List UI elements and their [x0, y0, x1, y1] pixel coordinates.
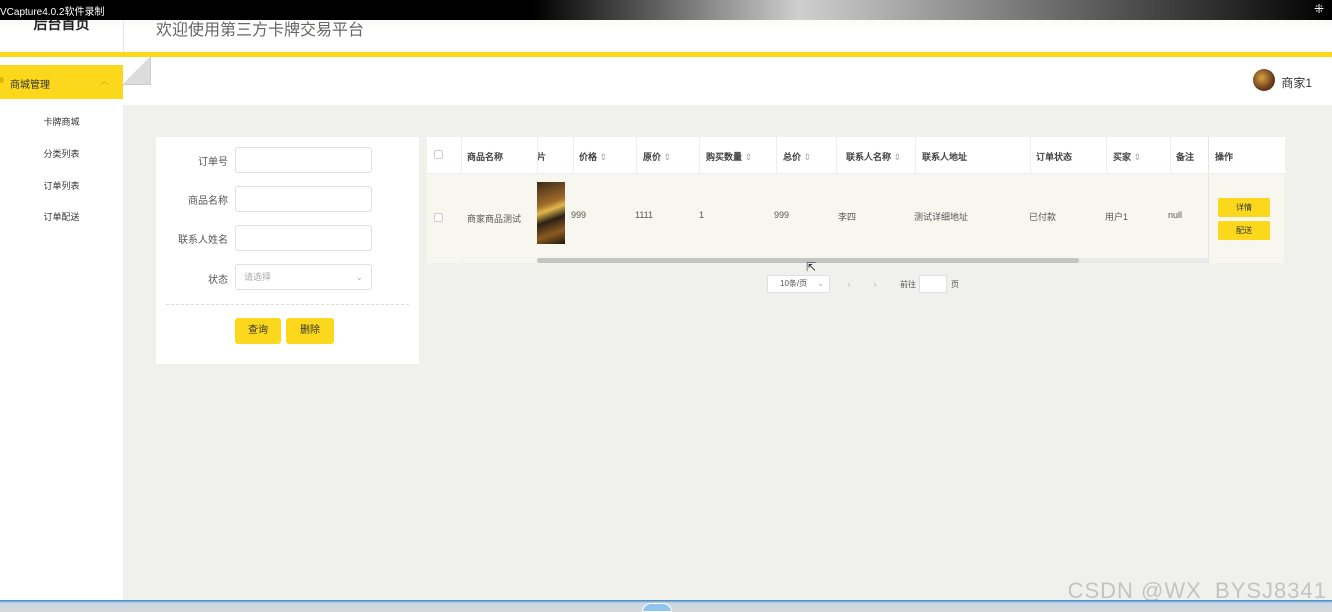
status-select-placeholder: 请选择: [244, 272, 272, 282]
column-header-price[interactable]: 价格 ⇕: [579, 150, 607, 163]
page-unit-label: 页: [951, 280, 959, 289]
order-number-input[interactable]: [235, 147, 372, 173]
contact-name-label: 联系人姓名: [178, 235, 228, 246]
column-header-image: 片: [537, 152, 547, 162]
sidebar-item-order-delivery[interactable]: 订单配送: [0, 210, 123, 223]
delete-button[interactable]: 删除: [286, 318, 334, 344]
goto-label: 前往: [900, 280, 916, 289]
recorder-title: VCapture4.0.2软件录制: [0, 7, 105, 18]
avatar[interactable]: [1253, 69, 1275, 91]
sort-icon: ⇕: [803, 152, 812, 162]
sidebar-item-card-mall[interactable]: 卡牌商城: [0, 115, 123, 128]
product-name-input[interactable]: [235, 186, 372, 212]
cell-contact-address: 测试详细地址: [914, 212, 969, 222]
prev-page-button[interactable]: ‹: [838, 275, 860, 293]
column-header-contact-address: 联系人地址: [922, 152, 968, 162]
user-name[interactable]: 商家1: [1281, 74, 1312, 91]
horizontal-scrollbar[interactable]: [537, 258, 1208, 263]
column-header-total[interactable]: 总价 ⇕: [783, 150, 811, 163]
sidebar-item-category-list[interactable]: 分类列表: [0, 147, 123, 160]
cell-buyer: 用户1: [1105, 212, 1129, 222]
page-size-select[interactable]: 10条/页 ⌄: [767, 275, 830, 293]
recorder-menu-icon[interactable]: ⁜: [1314, 2, 1324, 16]
cell-price: 999: [571, 210, 587, 220]
chevron-down-icon: ⌄: [817, 279, 824, 288]
collapse-toggle-icon[interactable]: [123, 57, 151, 85]
action-column: 操作 详情 配送: [1208, 137, 1285, 263]
column-header-quantity[interactable]: 购买数量 ⇕: [706, 150, 752, 163]
column-header-order-status: 订单状态: [1036, 152, 1073, 162]
order-number-label: 订单号: [198, 157, 228, 168]
search-panel: 订单号 商品名称 联系人姓名 状态 请选择 ⌄ 查询 删除: [156, 137, 419, 364]
cell-original-price: 1111: [635, 210, 654, 220]
page-size-value: 10条/页: [780, 279, 808, 288]
orders-table: 商品名称 片 价格 ⇕ 原价 ⇕ 购买数量 ⇕ 总价 ⇕ 联系人名称 ⇕ 联系人…: [427, 137, 1285, 263]
column-header-buyer[interactable]: 买家 ⇕: [1113, 150, 1141, 163]
start-orb-icon[interactable]: [642, 603, 672, 612]
next-page-button[interactable]: ›: [864, 275, 886, 293]
status-select[interactable]: 请选择 ⌄: [235, 264, 372, 290]
column-header-product-name[interactable]: 商品名称: [467, 150, 503, 163]
column-header-actions: 操作: [1209, 137, 1285, 174]
tab-bar: 商家1: [123, 57, 1332, 105]
goto-page-input[interactable]: [919, 275, 947, 293]
chevron-up-icon: ︿: [99, 76, 109, 86]
cell-product-name: 商家商品测试: [467, 214, 522, 224]
deliver-button[interactable]: 配送: [1218, 221, 1270, 240]
cell-order-status: 已付款: [1029, 212, 1057, 222]
sort-icon: ⇕: [1133, 152, 1142, 162]
query-button[interactable]: 查询: [235, 318, 281, 344]
detail-button[interactable]: 详情: [1218, 198, 1270, 217]
cell-contact-name: 李四: [838, 212, 857, 222]
sort-icon: ⇕: [744, 152, 753, 162]
cell-total: 999: [774, 210, 790, 220]
divider: [166, 304, 409, 305]
column-header-remark: 备注: [1176, 152, 1195, 162]
recorder-bar: VCapture4.0.2软件录制 ⁜: [0, 0, 1332, 20]
column-header-contact-name[interactable]: 联系人名称 ⇕: [846, 150, 901, 163]
sort-icon: ⇕: [893, 152, 902, 162]
product-name-label: 商品名称: [188, 196, 228, 207]
mouse-cursor-icon: ⇱: [806, 260, 817, 274]
sidebar-group-label: 商城管理: [10, 80, 50, 91]
sort-icon: ⇕: [663, 152, 672, 162]
sidebar-item-order-list[interactable]: 订单列表: [0, 179, 123, 192]
contact-name-input[interactable]: [235, 225, 372, 251]
select-all-checkbox[interactable]: [434, 150, 443, 159]
status-label: 状态: [208, 275, 228, 286]
column-header-original-price[interactable]: 原价 ⇕: [643, 150, 671, 163]
table-header: 商品名称 片 价格 ⇕ 原价 ⇕ 购买数量 ⇕ 总价 ⇕ 联系人名称 ⇕ 联系人…: [427, 137, 1284, 174]
action-header-label: 操作: [1215, 152, 1234, 162]
row-checkbox[interactable]: [434, 213, 443, 222]
sort-icon: ⇕: [599, 152, 608, 162]
menu-bullet-icon: [0, 77, 4, 83]
cell-quantity: 1: [699, 210, 705, 220]
product-thumbnail[interactable]: [537, 182, 565, 244]
sidebar-group-mall-management[interactable]: 商城管理 ︿: [0, 65, 123, 99]
chevron-down-icon: ⌄: [355, 272, 363, 282]
cell-remark: null: [1168, 210, 1183, 220]
sidebar: 商城管理 ︿ 卡牌商城 分类列表 订单列表 订单配送: [0, 57, 123, 602]
